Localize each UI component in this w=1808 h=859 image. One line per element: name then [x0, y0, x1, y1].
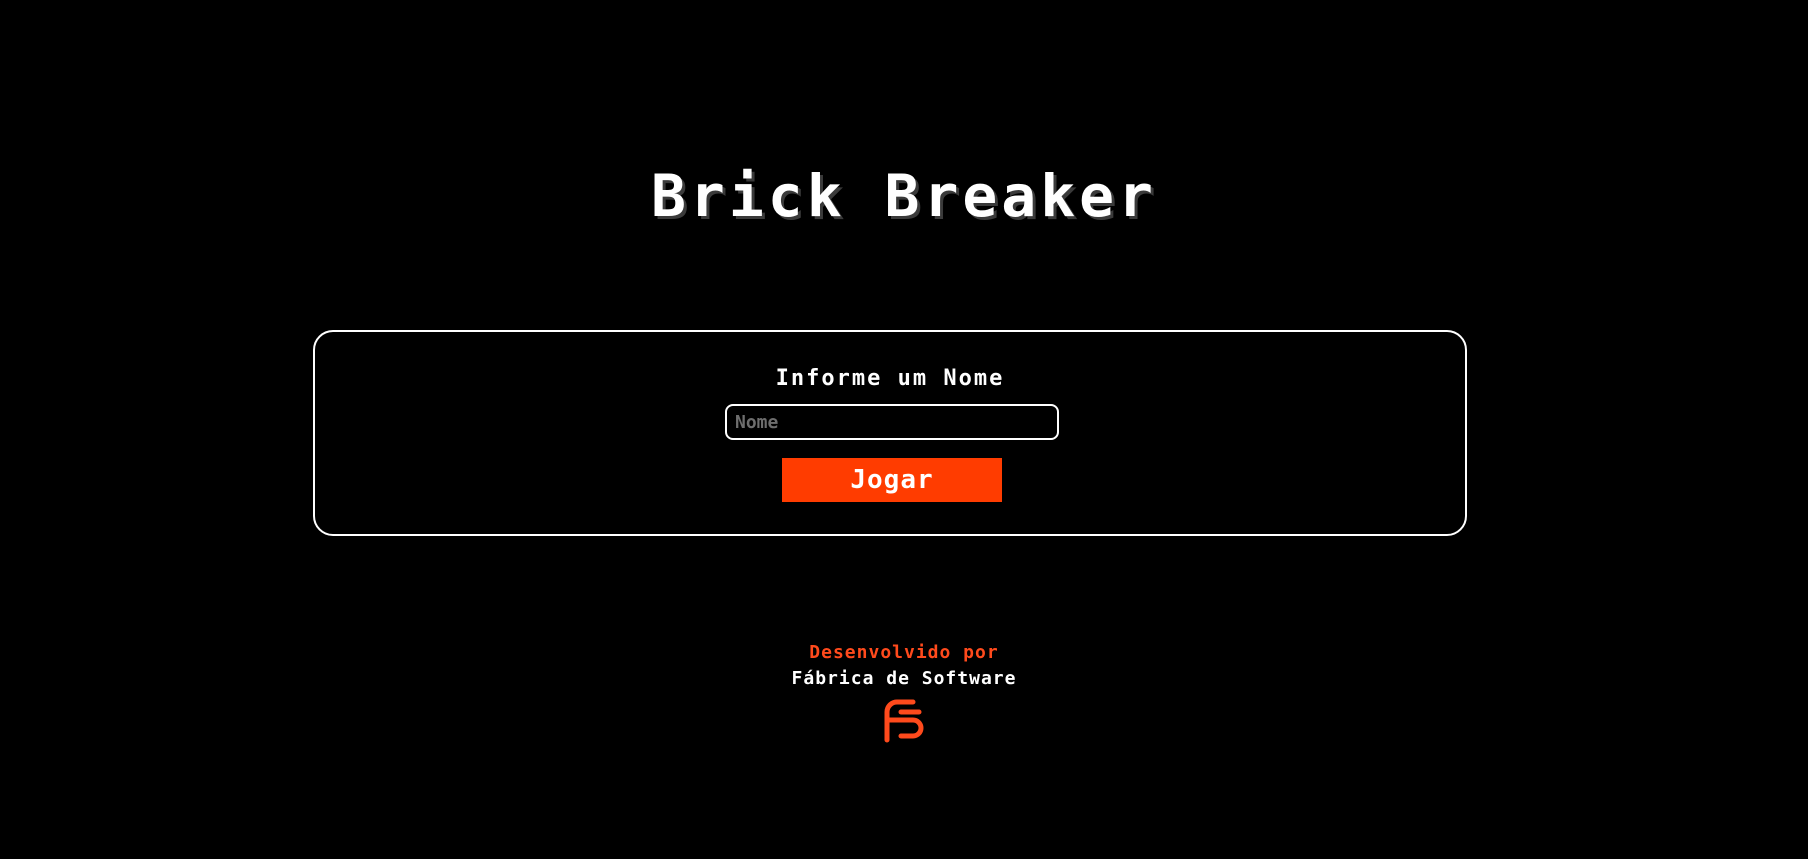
page-title: Brick Breaker	[651, 162, 1157, 230]
company-name: Fábrica de Software	[791, 668, 1017, 689]
play-button[interactable]: Jogar	[782, 458, 1002, 502]
form-heading: Informe um Nome	[775, 366, 1005, 391]
developed-by-label: Desenvolvido por	[809, 642, 999, 663]
name-form-card: Informe um Nome Jogar	[313, 330, 1467, 536]
name-input[interactable]	[725, 404, 1059, 440]
fabrica-de-software-logo-icon	[884, 699, 924, 743]
footer: Desenvolvido por Fábrica de Software	[0, 640, 1808, 744]
